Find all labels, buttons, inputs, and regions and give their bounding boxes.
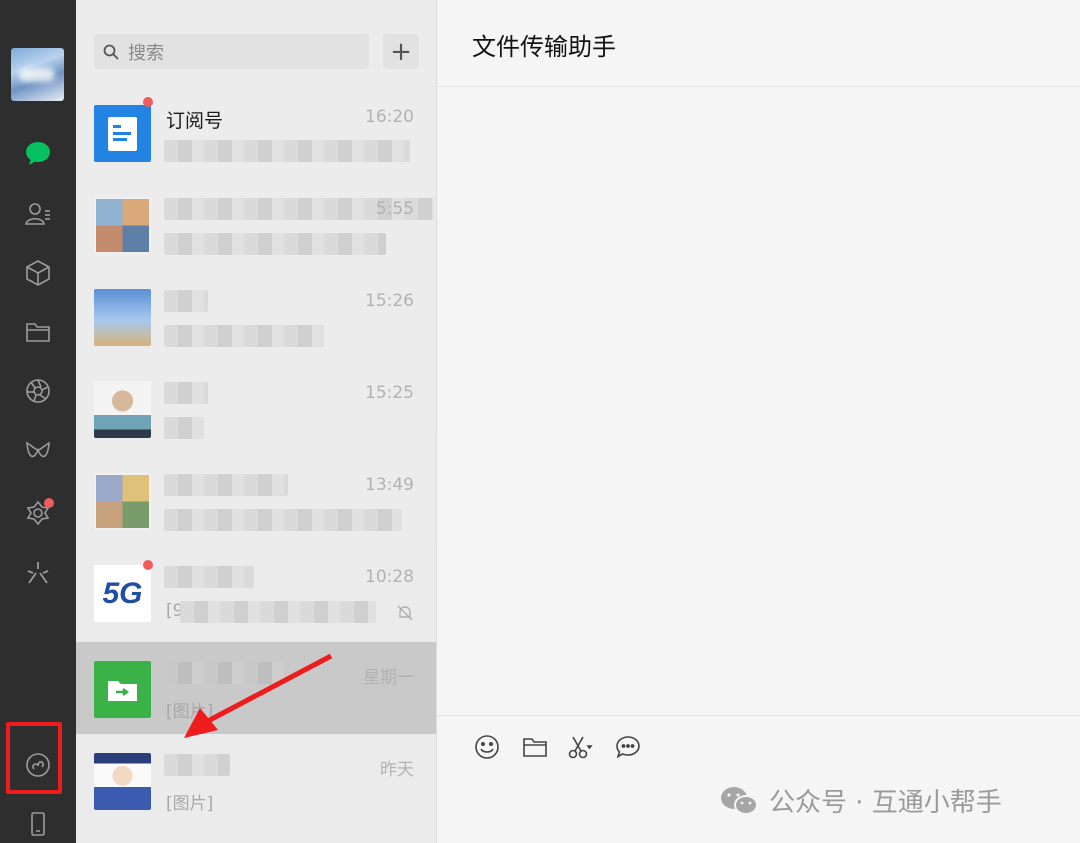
redacted-message (180, 601, 376, 623)
chat-item-service[interactable]: 5G 10:28 [9 (76, 546, 436, 638)
add-button[interactable]: + (383, 34, 419, 69)
redacted-message (164, 140, 410, 162)
search-input[interactable]: 搜索 (94, 34, 369, 69)
top-stories-icon[interactable] (18, 553, 58, 593)
watermark-text: 公众号 · 互通小帮手 (769, 788, 1002, 818)
chat-bubble-icon[interactable] (613, 732, 643, 762)
chat-message: [图片] (166, 702, 214, 722)
chat-item-subscriptions[interactable]: 订阅号 16:20 (76, 86, 436, 178)
search-bar: 搜索 + (94, 18, 436, 85)
redacted-name (164, 474, 288, 496)
chat-time: 15:26 (365, 291, 414, 311)
redacted-message (164, 233, 386, 255)
mute-icon (397, 605, 413, 621)
redacted-message (164, 417, 204, 439)
group-avatar (94, 473, 151, 530)
photo-avatar (94, 289, 151, 346)
redacted-name (164, 382, 208, 404)
chat-time: 15:25 (365, 383, 414, 403)
chat-header: 文件传输助手 (437, 0, 1080, 87)
chat-item-group[interactable]: 5:55 (76, 178, 436, 270)
files-icon[interactable] (18, 312, 58, 352)
chat-item-file-transfer[interactable]: 星期一 [图片] (76, 642, 436, 734)
chat-item-contact[interactable]: 昨天 [图片] (76, 734, 436, 826)
chat-name: 订阅号 (166, 110, 224, 132)
user-avatar[interactable] (11, 48, 64, 101)
5g-logo: 5G (94, 565, 151, 622)
channels-icon[interactable] (18, 432, 58, 472)
search-icon (103, 44, 119, 60)
emoji-icon[interactable] (472, 732, 502, 762)
moments-icon[interactable] (18, 371, 58, 411)
chat-time: 昨天 (380, 760, 414, 780)
folder-icon[interactable] (520, 732, 550, 762)
chat-time: 10:28 (365, 567, 414, 587)
wechat-window: 搜索 + 订阅号 16:20 5:55 15:26 15:25 13:49 5G… (0, 0, 1080, 843)
chat-time: 星期一 (363, 668, 414, 688)
phone-icon[interactable] (18, 804, 58, 843)
chat-item-group[interactable]: 13:49 (76, 454, 436, 546)
redacted-message (164, 325, 324, 347)
chat-list-panel: 搜索 + 订阅号 16:20 5:55 15:26 15:25 13:49 5G… (76, 0, 437, 843)
annotation-highlight-box (6, 722, 62, 794)
redacted-name (164, 754, 230, 776)
cartoon-avatar (94, 753, 151, 810)
chat-message: [图片] (166, 794, 214, 814)
chat-time: 16:20 (365, 107, 414, 127)
chat-title: 文件传输助手 (472, 33, 616, 61)
cartoon-avatar (94, 381, 151, 438)
group-avatar (94, 197, 151, 254)
redacted-message (164, 509, 402, 531)
contacts-icon[interactable] (18, 194, 58, 234)
nav-sidebar (0, 0, 76, 843)
file-transfer-icon (94, 661, 151, 718)
collections-icon[interactable] (18, 253, 58, 293)
chat-item-contact[interactable]: 15:26 (76, 270, 436, 362)
search-placeholder: 搜索 (128, 42, 164, 64)
chat-item-contact[interactable]: 15:25 (76, 362, 436, 454)
chat-time: 13:49 (365, 475, 414, 495)
scissors-icon[interactable] (565, 732, 595, 762)
5g-logo-text: 5G (102, 576, 143, 610)
message-input-area[interactable]: 公众号 · 互通小帮手 (437, 715, 1080, 843)
chat-time: 5:55 (375, 199, 414, 219)
redacted-name (164, 290, 208, 312)
chat-panel: 文件传输助手 公众号 · 互通小帮手 (437, 0, 1080, 843)
redacted-name (164, 566, 254, 588)
chat-icon[interactable] (18, 133, 58, 173)
wechat-logo-icon (721, 786, 758, 815)
unread-badge (143, 97, 153, 107)
watermark: 公众号 · 互通小帮手 (719, 782, 1002, 819)
discover-badge (44, 498, 54, 508)
unread-badge (143, 560, 153, 570)
redacted-name (164, 662, 288, 684)
subscription-icon (94, 105, 151, 162)
